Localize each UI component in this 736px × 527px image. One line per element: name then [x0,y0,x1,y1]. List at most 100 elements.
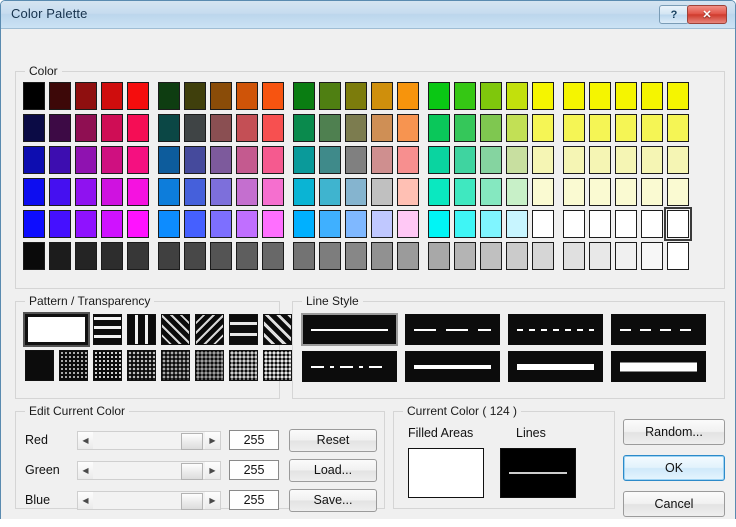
pattern-swatch-grid[interactable] [23,312,292,386]
color-swatch[interactable] [262,210,284,238]
color-swatch[interactable] [49,210,71,238]
color-swatch[interactable] [563,82,585,110]
color-swatch[interactable] [127,178,149,206]
color-swatch[interactable] [23,178,45,206]
color-swatch[interactable] [158,242,180,270]
cancel-button[interactable]: Cancel [623,491,725,517]
color-swatch[interactable] [184,82,206,110]
color-swatch[interactable] [454,82,476,110]
value-input-blue[interactable]: 255 [229,490,279,510]
color-swatch[interactable] [127,210,149,238]
color-swatch[interactable] [158,210,180,238]
color-swatch[interactable] [371,114,393,142]
color-swatch[interactable] [371,82,393,110]
line-style-swatch[interactable] [301,313,398,346]
color-swatch[interactable] [23,242,45,270]
color-swatch[interactable] [158,146,180,174]
color-swatch[interactable] [184,146,206,174]
color-swatch[interactable] [589,210,611,238]
color-swatch[interactable] [506,210,528,238]
color-swatch[interactable] [506,82,528,110]
color-swatch[interactable] [23,146,45,174]
color-swatch[interactable] [293,178,315,206]
pattern-swatch[interactable] [25,350,54,381]
color-swatch[interactable] [101,82,123,110]
color-swatch[interactable] [397,146,419,174]
color-swatch[interactable] [480,82,502,110]
color-swatch[interactable] [506,178,528,206]
color-swatch[interactable] [236,146,258,174]
color-swatch[interactable] [262,114,284,142]
color-swatch[interactable] [101,242,123,270]
color-swatch[interactable] [23,82,45,110]
color-swatch[interactable] [345,210,367,238]
color-swatch[interactable] [49,114,71,142]
color-swatch[interactable] [49,242,71,270]
color-swatch[interactable] [506,242,528,270]
color-swatch[interactable] [158,114,180,142]
pattern-swatch[interactable] [59,350,88,381]
color-swatch[interactable] [236,82,258,110]
color-swatch[interactable] [262,146,284,174]
color-swatch[interactable] [262,82,284,110]
color-swatch[interactable] [454,146,476,174]
pattern-swatch[interactable] [161,350,190,381]
ok-button[interactable]: OK [623,455,725,481]
color-swatch[interactable] [641,114,663,142]
color-swatch[interactable] [75,210,97,238]
color-swatch[interactable] [75,178,97,206]
color-swatch[interactable] [184,178,206,206]
color-swatch[interactable] [667,82,689,110]
pattern-swatch[interactable] [93,350,122,381]
color-swatch[interactable] [397,178,419,206]
slider-left-arrow-icon[interactable]: ◀ [78,431,93,449]
color-swatch[interactable] [210,210,232,238]
color-swatch[interactable] [641,146,663,174]
slider-right-arrow-icon[interactable]: ▶ [205,431,220,449]
reset-button[interactable]: Reset [289,428,377,452]
color-swatch[interactable] [127,114,149,142]
pattern-swatch[interactable] [127,350,156,381]
filled-areas-preview[interactable] [408,448,484,498]
color-swatch[interactable] [589,146,611,174]
color-swatch[interactable] [506,146,528,174]
color-swatch[interactable] [397,210,419,238]
slider-blue[interactable]: ◀ ▶ [77,490,221,510]
line-style-swatch[interactable] [508,351,603,382]
color-swatch[interactable] [480,242,502,270]
color-swatch[interactable] [563,242,585,270]
color-swatch[interactable] [563,178,585,206]
color-swatch[interactable] [480,114,502,142]
pattern-swatch[interactable] [161,314,190,345]
color-swatch[interactable] [101,146,123,174]
color-swatch[interactable] [428,242,450,270]
color-swatch[interactable] [454,178,476,206]
lines-preview[interactable] [500,448,576,498]
color-swatch[interactable] [210,114,232,142]
color-swatch[interactable] [262,178,284,206]
color-swatch-grid[interactable] [23,82,692,270]
color-swatch[interactable] [236,178,258,206]
color-swatch[interactable] [210,82,232,110]
line-style-swatch[interactable] [302,351,397,382]
color-swatch[interactable] [532,82,554,110]
color-swatch[interactable] [345,242,367,270]
color-swatch[interactable] [293,210,315,238]
color-swatch[interactable] [428,146,450,174]
color-swatch[interactable] [615,82,637,110]
slider-left-arrow-icon[interactable]: ◀ [78,461,93,479]
pattern-swatch[interactable] [195,350,224,381]
slider-thumb[interactable] [181,432,203,450]
color-swatch[interactable] [127,146,149,174]
color-swatch[interactable] [210,146,232,174]
color-swatch[interactable] [641,210,663,238]
color-swatch[interactable] [589,242,611,270]
color-swatch[interactable] [532,178,554,206]
color-swatch[interactable] [345,82,367,110]
line-style-swatch[interactable] [611,314,706,345]
color-swatch[interactable] [532,242,554,270]
color-swatch[interactable] [184,242,206,270]
slider-green[interactable]: ◀ ▶ [77,460,221,480]
color-swatch[interactable] [641,178,663,206]
color-swatch[interactable] [371,210,393,238]
